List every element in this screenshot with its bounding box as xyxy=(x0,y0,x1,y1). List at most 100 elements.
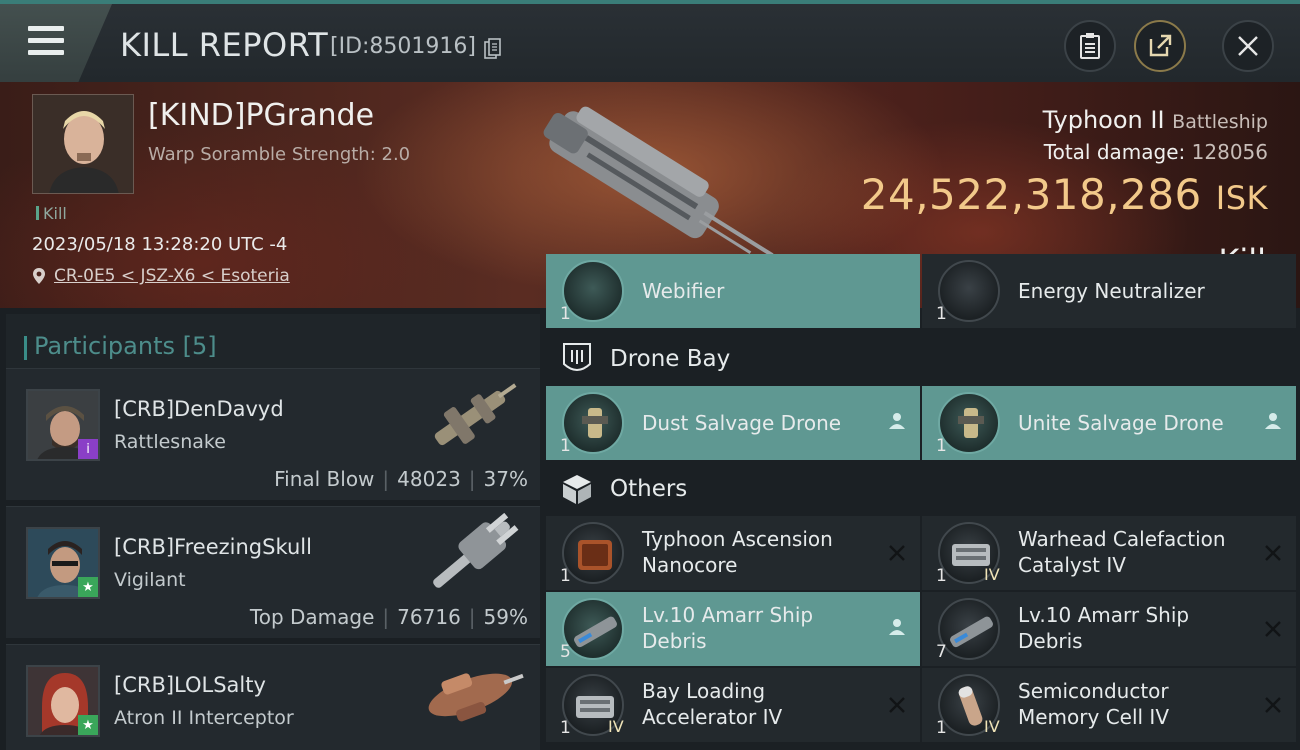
drone-bay-header: Drone Bay xyxy=(540,334,730,384)
character-portrait-icon xyxy=(33,95,133,193)
item-quantity: 1 xyxy=(936,566,947,586)
location-pin-icon xyxy=(33,268,45,284)
item-quantity: 1 xyxy=(560,436,571,456)
item-cell[interactable]: 1 Unite Salvage Drone xyxy=(922,386,1296,460)
item-cell[interactable]: 1 Dust Salvage Drone xyxy=(546,386,920,460)
isk-unit: ISK xyxy=(1215,179,1268,217)
victim-ship: Typhoon II Battleship xyxy=(1043,106,1268,134)
cube-icon xyxy=(560,472,594,506)
person-icon xyxy=(1265,413,1281,429)
copy-icon[interactable] xyxy=(484,38,502,60)
item-name: Warhead Calefaction Catalyst IV xyxy=(1018,527,1226,577)
role-badge: ★ xyxy=(78,577,98,597)
location-link[interactable]: CR-0E5 < JSZ-X6 < Esoteria xyxy=(54,266,290,286)
role-badge: i xyxy=(78,439,98,459)
item-level: IV xyxy=(984,717,1000,736)
menu-button[interactable] xyxy=(0,4,112,82)
item-cell[interactable]: 1 IV Semiconductor Memory Cell IV xyxy=(922,668,1296,742)
item-cell[interactable]: 1 Webifier xyxy=(546,254,920,328)
webifier-icon xyxy=(562,260,624,322)
participant-ship: Vigilant xyxy=(114,569,186,591)
close-button[interactable] xyxy=(1222,20,1274,72)
participants-label: Participants xyxy=(34,332,175,360)
total-damage-value: 128056 xyxy=(1191,140,1268,164)
victim-portrait[interactable] xyxy=(32,94,134,194)
item-quantity: 1 xyxy=(936,436,947,456)
participant-name[interactable]: [CRB]DenDavyd xyxy=(114,397,284,421)
share-icon xyxy=(1149,34,1172,57)
avatar: ★ xyxy=(26,527,100,599)
item-quantity: 1 xyxy=(936,718,947,738)
item-name: Lv.10 Amarr Ship Debris xyxy=(642,603,814,653)
item-name: Webifier xyxy=(642,279,725,303)
x-icon xyxy=(1265,697,1281,713)
person-icon xyxy=(889,619,905,635)
participant-name[interactable]: [CRB]FreezingSkull xyxy=(114,535,312,559)
damage-value: 48023 xyxy=(397,467,461,491)
participant-ship: Rattlesnake xyxy=(114,431,226,453)
vigilant-ship-image xyxy=(433,513,519,588)
participant-stats: Top Damage | 76716 | 59% xyxy=(249,605,528,629)
participant-row[interactable]: i [CRB]DenDavyd Rattlesnake Final Blow | 4… xyxy=(6,368,540,500)
victim-name[interactable]: [KIND]PGrande xyxy=(148,98,374,133)
participants-title: Participants [5] xyxy=(24,332,217,360)
nanocore-icon xyxy=(562,522,624,584)
item-name: Semiconductor Memory Cell IV xyxy=(1018,679,1170,729)
role-badge: ★ xyxy=(78,715,98,735)
item-name: Energy Neutralizer xyxy=(1018,279,1205,303)
stat-label: Final Blow xyxy=(274,467,375,491)
drone-bay-icon xyxy=(560,342,594,376)
isk-amount: 24,522,318,286 xyxy=(860,170,1202,219)
kill-location[interactable]: CR-0E5 < JSZ-X6 < Esoteria xyxy=(32,266,290,286)
item-quantity: 5 xyxy=(560,642,571,662)
participant-row[interactable]: ★ [CRB]LOLSalty Atron II Interceptor xyxy=(6,644,540,750)
energy-neutralizer-icon xyxy=(938,260,1000,322)
avatar: ★ xyxy=(26,665,100,737)
item-name: Bay Loading Accelerator IV xyxy=(642,679,783,729)
item-level: IV xyxy=(608,717,624,736)
ship-debris-icon xyxy=(938,598,1000,660)
participants-panel: Participants [5] i [CRB]DenDavyd Rattles… xyxy=(0,308,540,750)
item-cell[interactable]: 1 IV Warhead Calefaction Catalyst IV xyxy=(922,516,1296,590)
item-name: Unite Salvage Drone xyxy=(1018,411,1224,435)
item-quantity: 7 xyxy=(936,642,947,662)
item-name: Dust Salvage Drone xyxy=(642,411,842,435)
salvage-drone-icon xyxy=(938,392,1000,454)
x-icon xyxy=(889,545,905,561)
item-cell[interactable]: 7 Lv.10 Amarr Ship Debris xyxy=(922,592,1296,666)
atron-ship-image xyxy=(428,673,524,722)
ship-debris-icon xyxy=(562,598,624,660)
warp-scramble-strength: Warp Soramble Strength: 2.0 xyxy=(148,144,411,165)
x-icon xyxy=(889,697,905,713)
participant-name[interactable]: [CRB]LOLSalty xyxy=(114,673,266,697)
clipboard-button[interactable] xyxy=(1064,20,1116,72)
report-id: [ID:8501916] xyxy=(330,34,476,59)
clipboard-icon xyxy=(1080,33,1100,59)
total-damage-label: Total damage: xyxy=(1043,140,1186,164)
person-icon xyxy=(889,413,905,429)
item-cell[interactable]: 1 Typhoon Ascension Nanocore xyxy=(546,516,920,590)
isk-value: 24,522,318,286 ISK xyxy=(861,170,1268,219)
kill-datetime: 2023/05/18 13:28:20 UTC -4 xyxy=(32,234,288,255)
participants-count: [5] xyxy=(182,332,217,360)
ship-class: Battleship xyxy=(1172,111,1268,133)
participant-row[interactable]: ★ [CRB]FreezingSkull Vigilant Top Damage… xyxy=(6,506,540,638)
item-quantity: 1 xyxy=(560,304,571,324)
item-name: Typhoon Ascension Nanocore xyxy=(642,527,833,577)
avatar: i xyxy=(26,389,100,461)
damage-percent: 59% xyxy=(483,605,528,629)
participants-header: Participants [5] xyxy=(6,314,540,372)
rattlesnake-ship-image xyxy=(434,383,517,446)
items-panel: 1 Webifier 1 Energy Neutralizer Drone Ba… xyxy=(540,254,1300,750)
ship-name: Typhoon II xyxy=(1042,106,1165,134)
close-icon xyxy=(1238,36,1258,56)
item-name: Lv.10 Amarr Ship Debris xyxy=(1018,603,1190,653)
section-title: Others xyxy=(610,476,688,502)
item-cell[interactable]: 1 Energy Neutralizer xyxy=(922,254,1296,328)
top-bar: KILL REPORT [ID:8501916] xyxy=(0,0,1300,82)
share-button[interactable] xyxy=(1134,20,1186,72)
total-damage: Total damage: 128056 xyxy=(1044,140,1268,164)
item-cell[interactable]: 1 IV Bay Loading Accelerator IV xyxy=(546,668,920,742)
page-title: KILL REPORT xyxy=(120,26,329,64)
item-cell[interactable]: 5 Lv.10 Amarr Ship Debris xyxy=(546,592,920,666)
